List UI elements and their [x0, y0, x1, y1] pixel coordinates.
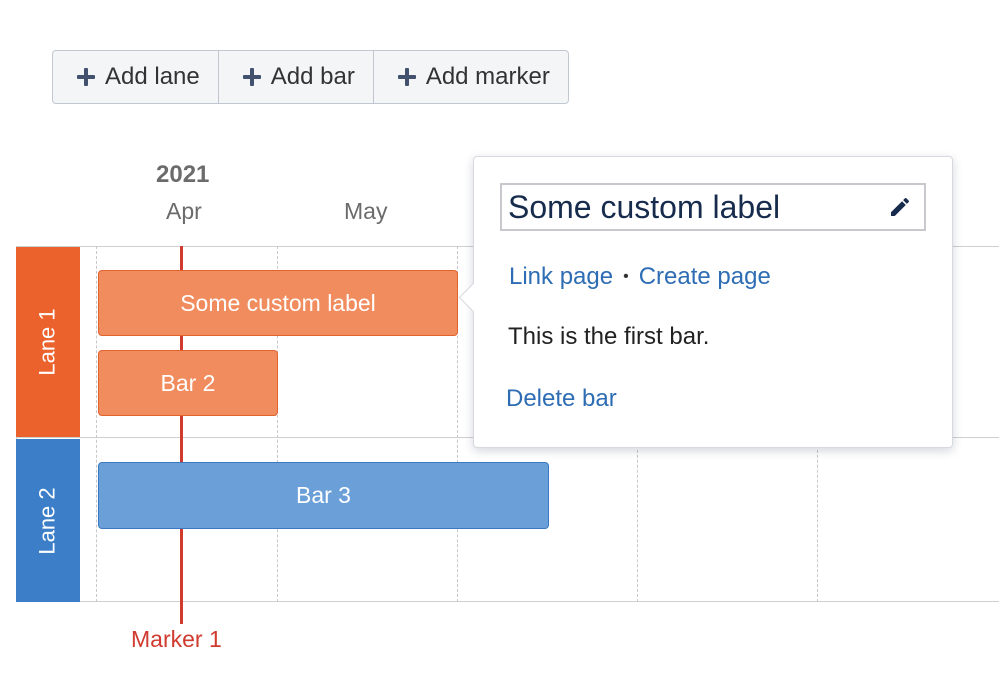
bar-details-popup: Some custom label Link page • Create pag…	[458, 156, 953, 448]
page-links: Link page • Create page	[509, 263, 771, 291]
add-marker-label: Add marker	[425, 63, 550, 90]
timeline-year: 2021	[156, 161, 210, 188]
plus-icon	[397, 68, 416, 86]
pencil-icon[interactable]	[888, 195, 912, 219]
grid-line	[16, 601, 999, 602]
lane-1-text: Lane 1	[35, 308, 61, 376]
toolbar: Add lane Add bar Add marker	[52, 50, 569, 104]
bar-2[interactable]: Bar 2	[98, 350, 278, 416]
bar-label: Some custom label	[180, 289, 376, 316]
bar-title-text: Some custom label	[508, 188, 781, 225]
bar-title-field[interactable]: Some custom label	[500, 183, 926, 231]
create-page-link[interactable]: Create page	[639, 263, 771, 291]
add-lane-button[interactable]: Add lane	[53, 51, 219, 103]
delete-bar-link[interactable]: Delete bar	[506, 385, 617, 413]
lane-2-text: Lane 2	[35, 486, 61, 555]
grid-line	[96, 246, 97, 602]
bar-label: Bar 2	[160, 369, 216, 396]
link-page-link[interactable]: Link page	[509, 263, 613, 291]
bar-description[interactable]: This is the first bar.	[508, 323, 709, 351]
bar-3[interactable]: Bar 3	[98, 462, 549, 529]
bar-some-custom-label[interactable]: Some custom label	[98, 270, 458, 336]
add-lane-label: Add lane	[105, 63, 200, 90]
timeline-month-may: May	[344, 198, 388, 224]
bar-label: Bar 3	[296, 482, 351, 508]
add-bar-button[interactable]: Add bar	[219, 51, 374, 103]
lane-1-label[interactable]: Lane 1	[16, 247, 80, 437]
timeline-month-apr: Apr	[166, 198, 202, 224]
add-marker-button[interactable]: Add marker	[374, 51, 568, 103]
plus-icon	[77, 68, 95, 86]
marker-label[interactable]: Marker 1	[131, 626, 222, 653]
link-separator: •	[623, 268, 629, 285]
add-bar-label: Add bar	[270, 63, 355, 90]
lane-2-label[interactable]: Lane 2	[16, 439, 80, 602]
plus-icon	[242, 68, 261, 86]
